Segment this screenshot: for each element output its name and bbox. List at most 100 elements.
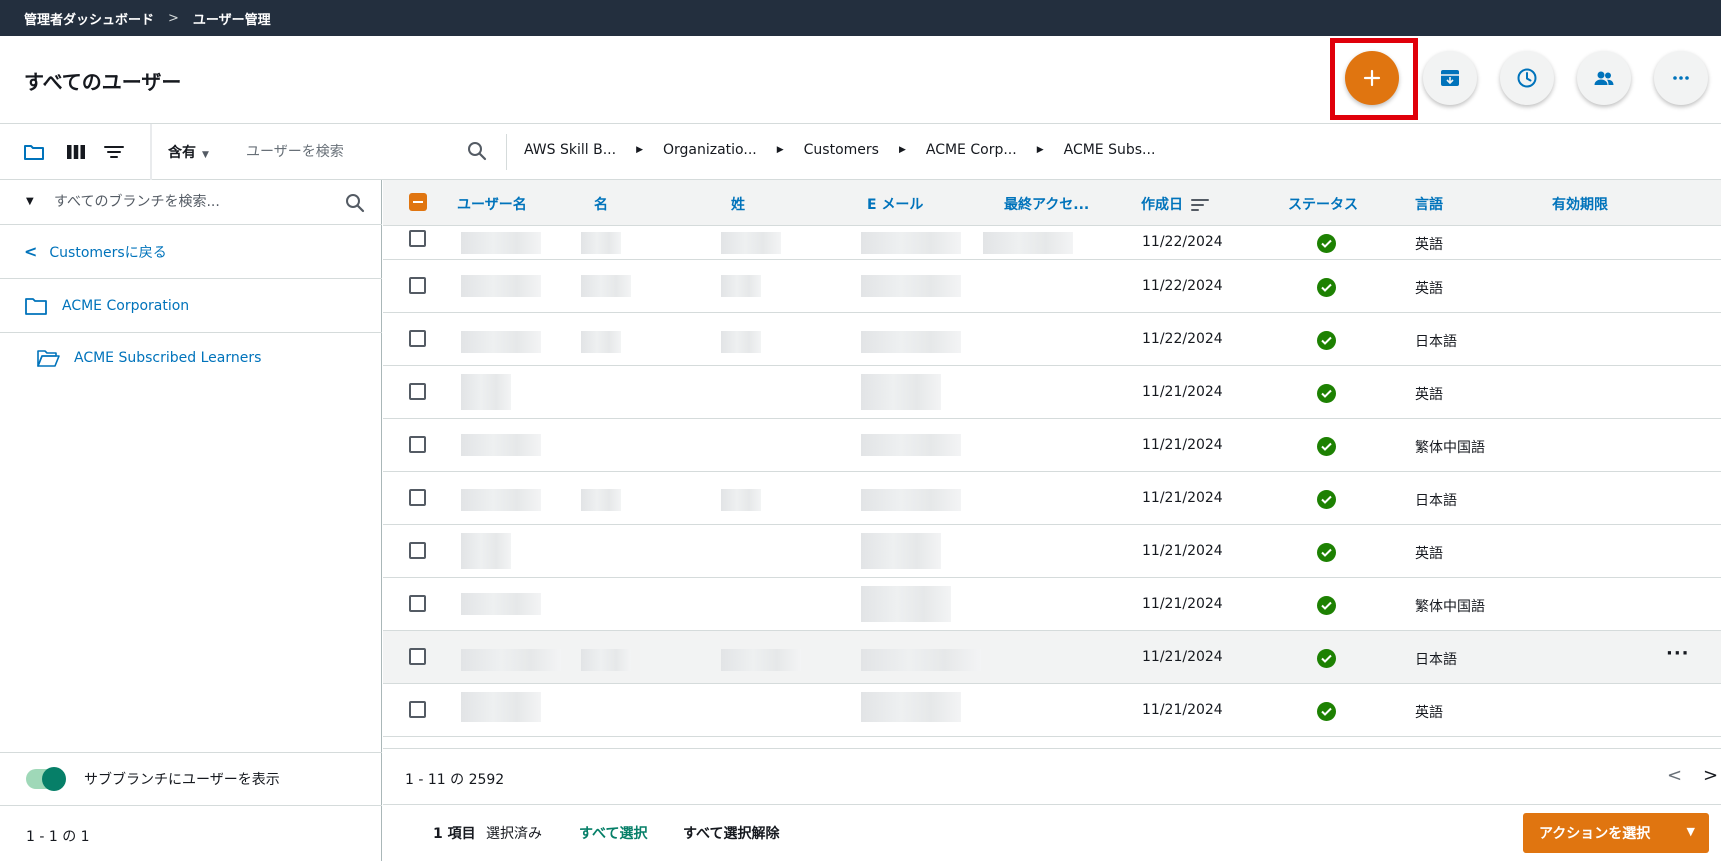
select-action-button[interactable]: アクションを選択 ▼ [1523, 813, 1709, 853]
row-checkbox[interactable] [409, 277, 426, 294]
more-horizontal-icon [1673, 76, 1689, 80]
row-checkbox[interactable] [409, 648, 426, 665]
table-row[interactable]: 11/21/2024 英語 [383, 366, 1721, 419]
chevron-left-icon: < [24, 242, 38, 261]
created-date: 11/21/2024 [1142, 490, 1223, 506]
redacted-first-name [581, 275, 631, 297]
row-actions-icon[interactable]: ··· [1666, 643, 1690, 664]
table-row[interactable]: 11/21/2024 日本語 [383, 472, 1721, 525]
search-icon[interactable] [466, 140, 488, 162]
row-checkbox[interactable] [409, 595, 426, 612]
column-header-language[interactable]: 言語 [1415, 194, 1443, 214]
row-checkbox[interactable] [409, 383, 426, 400]
table-row[interactable]: 11/22/2024 英語 [383, 260, 1721, 313]
column-header-first-name[interactable]: 名 [594, 194, 608, 214]
redacted-first-name [581, 649, 631, 671]
path-item[interactable]: ACME Subs... [1064, 142, 1156, 158]
people-icon [1594, 71, 1614, 85]
redacted-username [461, 232, 541, 254]
more-button[interactable] [1654, 51, 1708, 105]
column-header-expiration[interactable]: 有効期限 [1552, 194, 1608, 214]
table-row[interactable]: 11/21/2024 日本語 ··· [383, 631, 1721, 684]
previous-page-icon[interactable]: < [1667, 765, 1682, 786]
breadcrumb-current: ユーザー管理 [192, 12, 271, 28]
redacted-email [861, 649, 981, 671]
row-checkbox[interactable] [409, 701, 426, 718]
path-item[interactable]: Organizatio... [663, 142, 757, 158]
sort-descending-icon [1191, 199, 1209, 211]
triangle-right-icon: ▶ [636, 145, 643, 155]
search-icon[interactable] [344, 192, 366, 214]
column-header-last-access[interactable]: 最終アクセ... [1004, 194, 1089, 214]
triangle-right-icon: ▶ [898, 145, 906, 155]
redacted-email [861, 489, 961, 511]
redacted-username [461, 692, 541, 722]
column-header-username[interactable]: ユーザー名 [457, 194, 527, 214]
column-header-last-name[interactable]: 姓 [731, 194, 745, 214]
created-date: 11/22/2024 [1142, 278, 1223, 294]
redacted-username [461, 593, 541, 615]
column-header-email[interactable]: E メール [867, 194, 923, 214]
branch-search: ▼ [0, 180, 382, 225]
select-all-checkbox[interactable] [409, 193, 427, 211]
status-active-icon [1317, 490, 1336, 509]
triangle-right-icon: ▶ [1036, 145, 1044, 155]
row-checkbox[interactable] [409, 489, 426, 506]
redacted-first-name [581, 331, 621, 353]
redacted-last-name [721, 275, 761, 297]
row-checkbox[interactable] [409, 436, 426, 453]
column-header-created[interactable]: 作成日 [1141, 194, 1209, 214]
breadcrumb-root[interactable]: 管理者ダッシュボード [24, 9, 154, 28]
column-header-status[interactable]: ステータス [1288, 194, 1358, 214]
table-row[interactable]: 11/21/2024 繁体中国語 [383, 419, 1721, 472]
status-active-icon [1317, 278, 1336, 297]
deselect-all-link[interactable]: すべて選択解除 [683, 823, 779, 843]
filter-icon[interactable] [102, 140, 126, 164]
branch-item-acme-subscribed-learners[interactable]: ACME Subscribed Learners [36, 333, 261, 383]
branch-search-input[interactable] [54, 188, 334, 216]
language: 繁体中国語 [1415, 440, 1485, 456]
history-button[interactable] [1500, 51, 1554, 105]
redacted-email [861, 232, 961, 254]
subbranch-toggle[interactable] [26, 767, 66, 791]
path-item[interactable]: AWS Skill B... [524, 142, 616, 158]
branch-item-acme-corporation[interactable]: ACME Corporation [0, 279, 382, 333]
table-row[interactable]: 11/22/2024 英語 [383, 226, 1721, 260]
created-date: 11/21/2024 [1142, 437, 1223, 453]
table-row[interactable]: 11/21/2024 英語 [383, 684, 1721, 737]
language: 英語 [1415, 281, 1443, 297]
redacted-username [461, 331, 541, 353]
language: 英語 [1415, 387, 1443, 403]
show-subbranch-toggle-row: サブブランチにユーザーを表示 [0, 752, 382, 806]
status-active-icon [1317, 331, 1336, 350]
next-page-icon[interactable]: > [1703, 765, 1718, 786]
select-all-link[interactable]: すべて選択 [579, 823, 647, 843]
redacted-username [461, 649, 561, 671]
folder-view-icon[interactable] [22, 140, 46, 164]
columns-icon[interactable] [64, 140, 88, 164]
table-row[interactable]: 11/21/2024 繁体中国語 [383, 578, 1721, 631]
column-label: 作成日 [1141, 197, 1183, 213]
groups-button[interactable] [1577, 51, 1631, 105]
archive-button[interactable] [1423, 51, 1477, 105]
row-checkbox[interactable] [409, 330, 426, 347]
redacted-last-name [721, 232, 781, 254]
table-row[interactable]: 11/22/2024 日本語 [383, 313, 1721, 366]
status-active-icon [1317, 543, 1336, 562]
status-active-icon [1317, 234, 1336, 253]
row-checkbox[interactable] [409, 230, 426, 247]
path-item[interactable]: ACME Corp... [926, 142, 1017, 158]
table-row[interactable]: 11/21/2024 英語 [383, 525, 1721, 578]
redacted-username [461, 434, 541, 456]
back-to-customers-link[interactable]: < Customersに戻る [0, 225, 382, 279]
folder-icon [25, 297, 47, 315]
user-search-input[interactable] [246, 136, 466, 168]
row-checkbox[interactable] [409, 542, 426, 559]
path-item[interactable]: Customers [804, 142, 879, 158]
redacted-email [861, 586, 951, 622]
language: 繁体中国語 [1415, 599, 1485, 615]
filter-mode-dropdown[interactable]: 含有 ▼ [168, 142, 209, 162]
back-label: Customersに戻る [49, 244, 167, 261]
status-active-icon [1317, 437, 1336, 456]
caret-down-icon[interactable]: ▼ [26, 196, 34, 207]
